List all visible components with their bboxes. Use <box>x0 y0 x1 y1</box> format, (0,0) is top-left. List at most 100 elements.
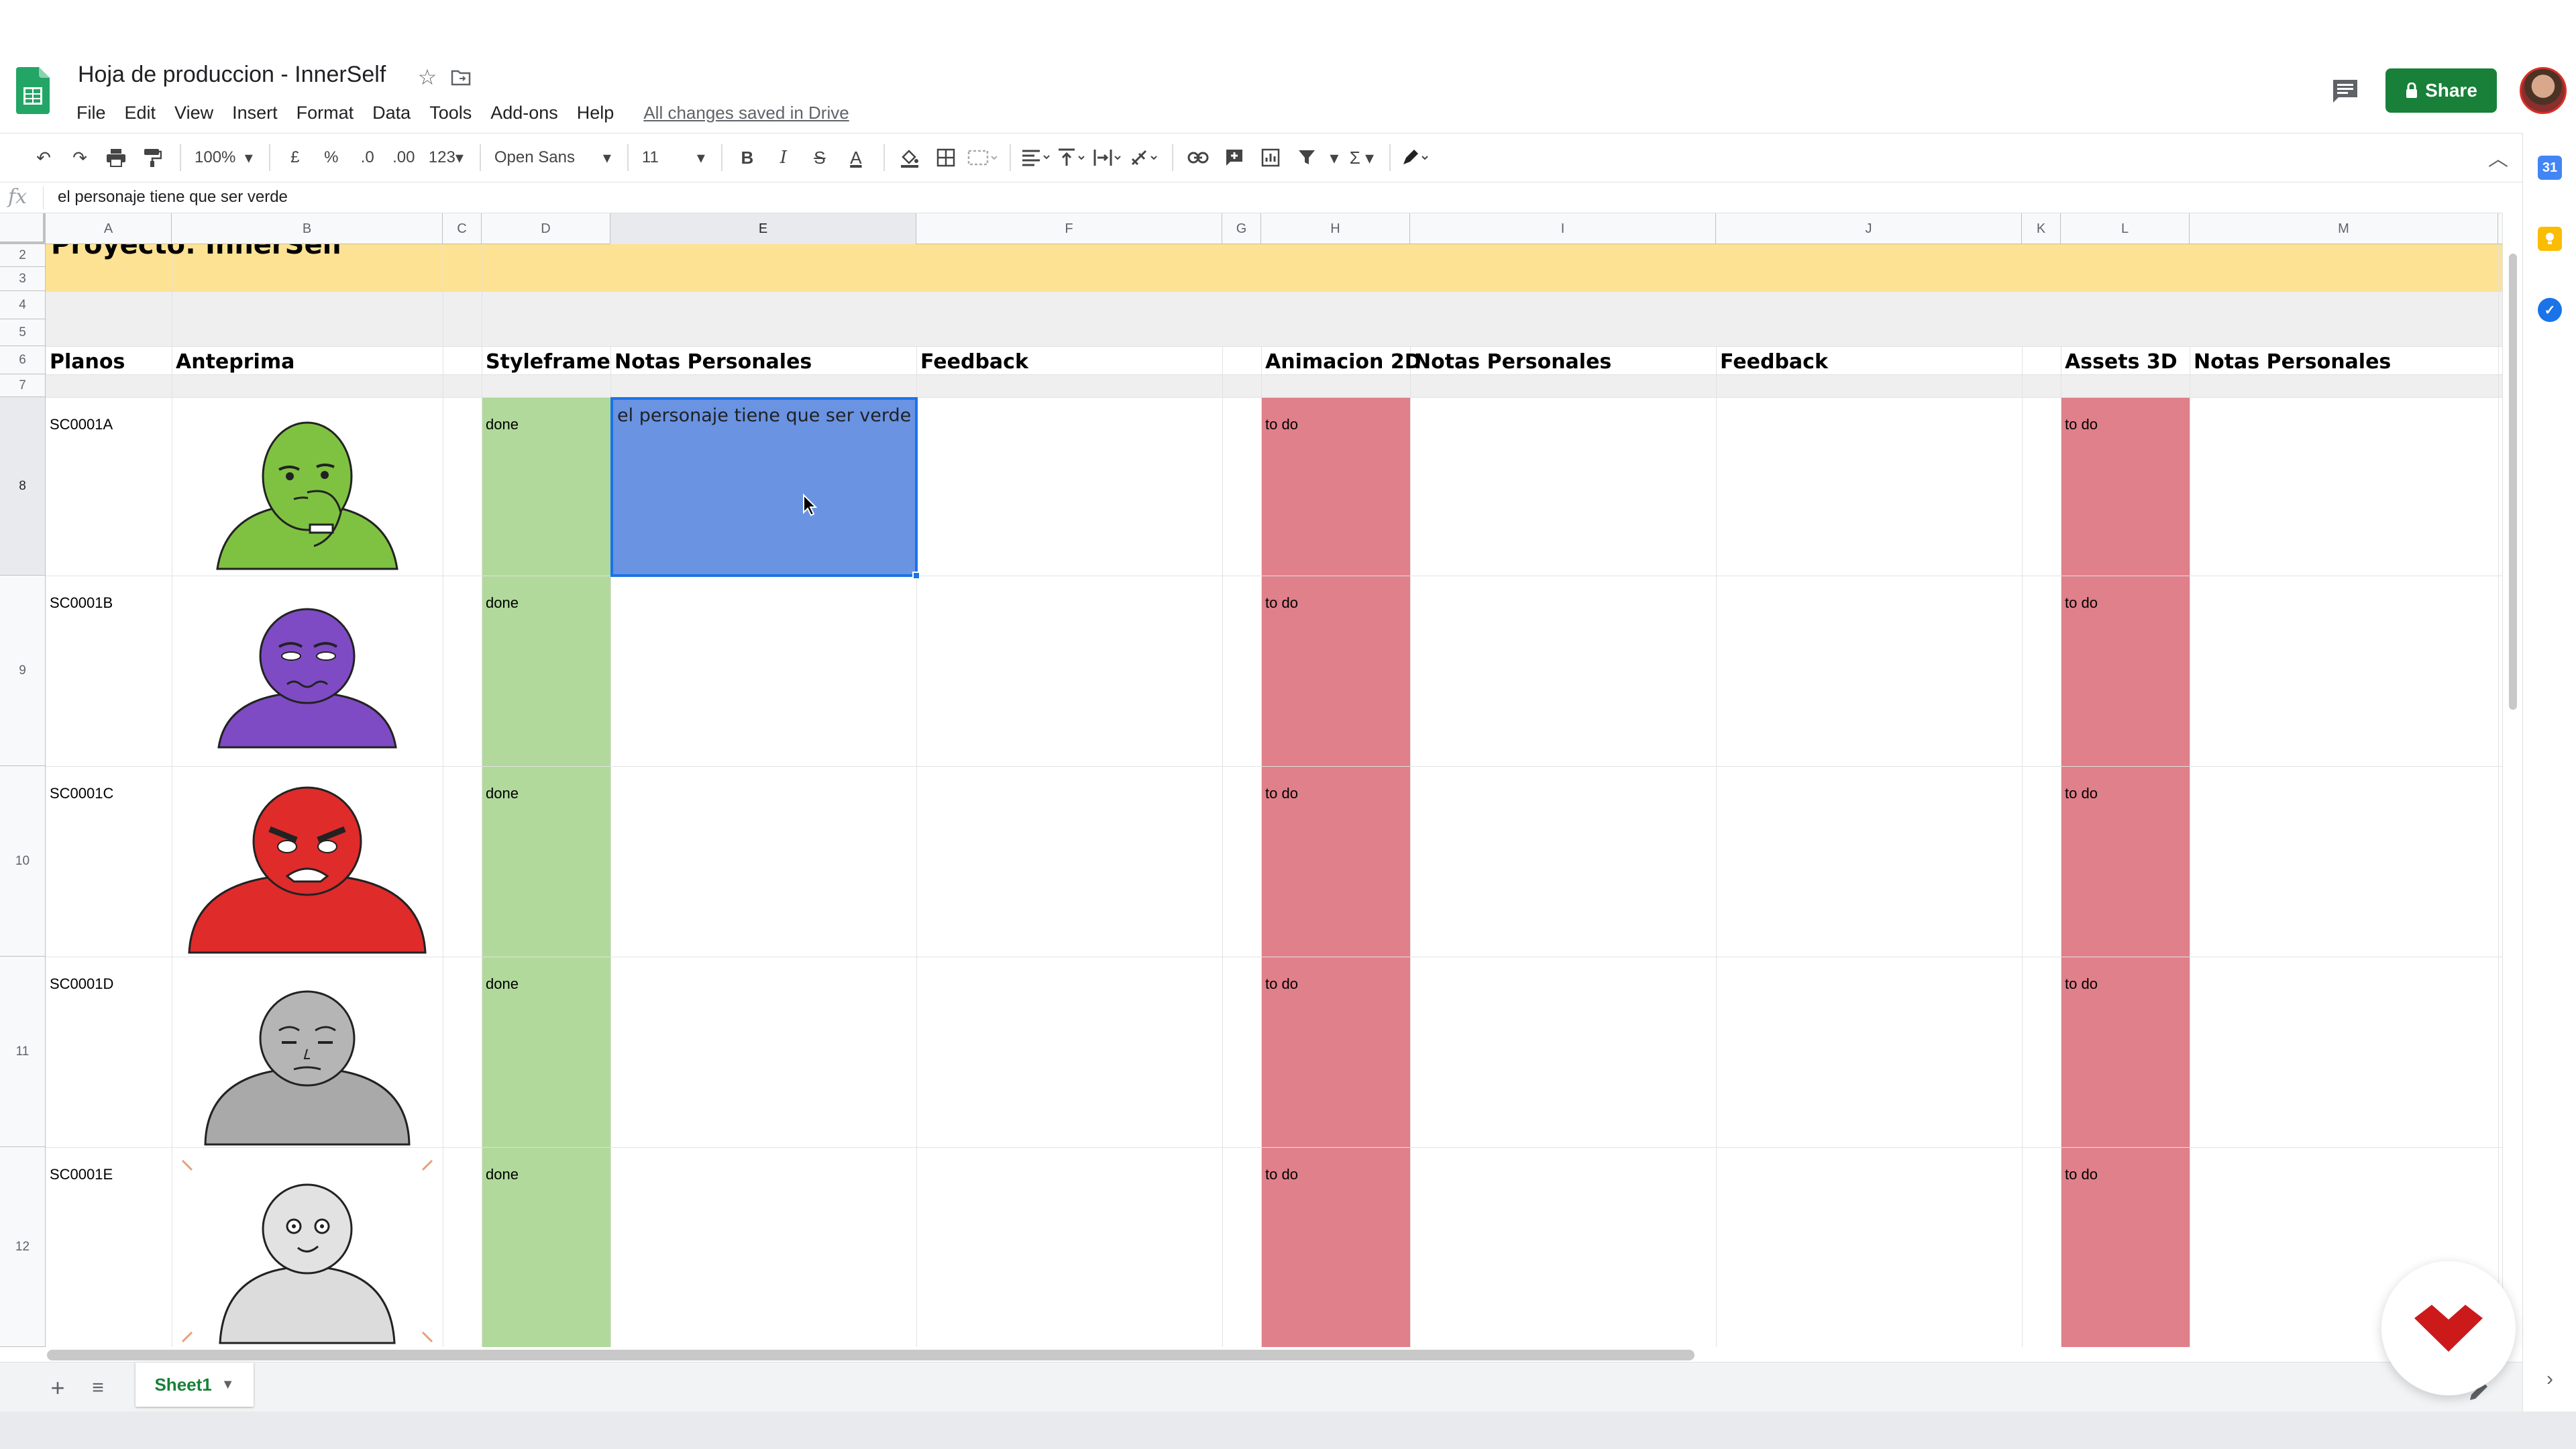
column-header-d[interactable]: D <box>482 213 610 244</box>
header-feedback-1[interactable]: Feedback <box>920 350 1028 374</box>
anim2d-status-cell[interactable]: to do <box>1265 594 1298 612</box>
row-header-5[interactable]: 5 <box>0 319 46 346</box>
menu-view[interactable]: View <box>165 100 223 126</box>
shot-id-cell[interactable]: SC0001C <box>50 785 113 802</box>
paint-format-icon[interactable] <box>136 141 169 174</box>
column-header-a[interactable]: A <box>46 213 172 244</box>
header-anteprima[interactable]: Anteprima <box>176 350 294 374</box>
fill-handle[interactable] <box>912 572 920 580</box>
row-header-6[interactable]: 6 <box>0 346 46 374</box>
menu-format[interactable]: Format <box>287 100 364 126</box>
undo-icon[interactable]: ↶ <box>27 141 60 174</box>
thumbnail-light-grey-character[interactable] <box>173 1154 441 1347</box>
menu-insert[interactable]: Insert <box>223 100 287 126</box>
all-sheets-icon[interactable]: ≡ <box>83 1373 113 1403</box>
header-styleframe[interactable]: Styleframe <box>486 350 610 374</box>
header-feedback-2[interactable]: Feedback <box>1720 350 1828 374</box>
share-button[interactable]: Share <box>2385 68 2497 113</box>
styleframe-status-cell[interactable]: done <box>486 594 519 612</box>
menu-add-ons[interactable]: Add-ons <box>481 100 568 126</box>
insert-comment-icon[interactable] <box>1218 141 1251 174</box>
assets3d-status-cell[interactable]: to do <box>2065 416 2098 433</box>
text-color-button[interactable]: A <box>839 141 873 174</box>
row-header-11[interactable]: 11 <box>0 957 46 1147</box>
header-animacion-2d[interactable]: Animacion 2D <box>1265 350 1421 374</box>
menu-tools[interactable]: Tools <box>420 100 481 126</box>
move-to-folder-icon[interactable] <box>448 64 474 90</box>
add-sheet-icon[interactable]: + <box>43 1373 72 1403</box>
strikethrough-button[interactable]: S <box>803 141 837 174</box>
decrease-decimals-button[interactable]: .0 <box>351 141 384 174</box>
header-notas-personales-3[interactable]: Notas Personales <box>2194 350 2391 374</box>
sheet-tab-dropdown-icon[interactable]: ▼ <box>221 1377 235 1393</box>
bold-button[interactable]: B <box>731 141 764 174</box>
column-header-j[interactable]: J <box>1716 213 2022 244</box>
thumbnail-green-character[interactable] <box>207 405 408 573</box>
anim2d-status-cell[interactable]: to do <box>1265 785 1298 802</box>
horizontal-align-icon[interactable] <box>1019 141 1053 174</box>
thumbnail-grey-character[interactable] <box>200 969 415 1150</box>
fill-color-icon[interactable] <box>893 141 926 174</box>
menu-file[interactable]: File <box>67 100 115 126</box>
filter-views-dropdown-icon[interactable]: ▾ <box>1326 141 1342 174</box>
shot-id-cell[interactable]: SC0001A <box>50 416 113 433</box>
vertical-align-icon[interactable] <box>1055 141 1089 174</box>
font-family-select[interactable]: Open Sans ▾ <box>489 141 616 174</box>
styleframe-status-cell[interactable]: done <box>486 975 519 993</box>
column-header-c[interactable]: C <box>443 213 482 244</box>
zoom-select[interactable]: 100% ▾ <box>189 141 258 174</box>
thumbnail-purple-character[interactable] <box>207 586 408 754</box>
column-header-e[interactable]: E <box>610 213 916 244</box>
horizontal-scrollbar[interactable] <box>47 1350 1695 1360</box>
header-notas-personales-2[interactable]: Notas Personales <box>1414 350 1611 374</box>
comments-icon[interactable] <box>2328 74 2363 109</box>
cell-area[interactable]: Proyecto: InnerSelf Planos Anteprima Sty… <box>46 244 2502 1347</box>
borders-icon[interactable] <box>929 141 963 174</box>
column-header-b[interactable]: B <box>172 213 443 244</box>
column-header-f[interactable]: F <box>916 213 1222 244</box>
redo-icon[interactable]: ↷ <box>63 141 97 174</box>
font-size-select[interactable]: 11 ▾ <box>637 141 710 174</box>
select-all-corner[interactable] <box>0 213 46 244</box>
styleframe-status-cell[interactable]: done <box>486 785 519 802</box>
row-header-3[interactable]: 3 <box>0 267 46 291</box>
row-header-10[interactable]: 10 <box>0 766 46 957</box>
keep-icon[interactable] <box>2538 227 2562 251</box>
thumbnail-red-character[interactable] <box>186 774 428 955</box>
text-rotation-icon[interactable] <box>1128 141 1161 174</box>
assets3d-status-cell[interactable]: to do <box>2065 1166 2098 1183</box>
styleframe-status-cell[interactable]: done <box>486 1166 519 1183</box>
shot-id-cell[interactable]: SC0001E <box>50 1166 113 1183</box>
sheet-tab-sheet1[interactable]: Sheet1 ▼ <box>136 1362 254 1407</box>
anim2d-status-cell[interactable]: to do <box>1265 416 1298 433</box>
row-header-8[interactable]: 8 <box>0 397 46 576</box>
column-header-i[interactable]: I <box>1410 213 1716 244</box>
italic-button[interactable]: I <box>767 141 800 174</box>
tasks-icon[interactable]: ✓ <box>2538 298 2562 322</box>
assets3d-status-cell[interactable]: to do <box>2065 594 2098 612</box>
header-planos[interactable]: Planos <box>50 350 125 374</box>
styleframe-status-cell[interactable]: done <box>486 416 519 433</box>
column-header-m[interactable]: M <box>2190 213 2498 244</box>
insert-link-icon[interactable] <box>1181 141 1215 174</box>
row-header-7[interactable]: 7 <box>0 374 46 397</box>
edit-pen-icon[interactable] <box>1399 141 1432 174</box>
user-avatar[interactable] <box>2520 67 2567 114</box>
menu-data[interactable]: Data <box>363 100 420 126</box>
row-header-9[interactable]: 9 <box>0 576 46 766</box>
anim2d-status-cell[interactable]: to do <box>1265 1166 1298 1183</box>
star-icon[interactable]: ☆ <box>415 64 440 90</box>
format-percent-button[interactable]: % <box>315 141 348 174</box>
insert-chart-icon[interactable] <box>1254 141 1287 174</box>
column-header-l[interactable]: L <box>2061 213 2190 244</box>
calendar-icon[interactable]: 31 <box>2538 156 2562 180</box>
filter-icon[interactable] <box>1290 141 1324 174</box>
print-icon[interactable] <box>99 141 133 174</box>
row-header-4[interactable]: 4 <box>0 291 46 319</box>
text-wrapping-icon[interactable] <box>1091 141 1125 174</box>
increase-decimals-button[interactable]: .00 <box>387 141 421 174</box>
functions-button[interactable]: Σ ▾ <box>1345 141 1379 174</box>
save-status-link[interactable]: All changes saved in Drive <box>634 100 858 126</box>
assets3d-status-cell[interactable]: to do <box>2065 785 2098 802</box>
row-header-2[interactable]: 2 <box>0 244 46 267</box>
